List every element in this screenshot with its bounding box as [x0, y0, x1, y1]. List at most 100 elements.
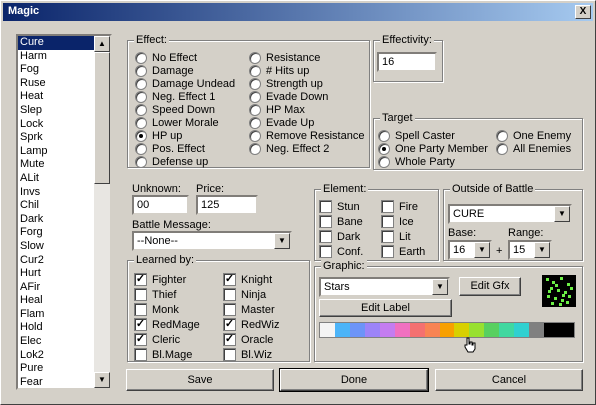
effect-radio[interactable]: Neg. Effect 2	[249, 142, 329, 155]
palette-swatch[interactable]	[409, 323, 425, 337]
window-title: Magic	[8, 5, 40, 17]
radio-label: Pos. Effect	[152, 142, 205, 155]
radio-circle-icon	[249, 103, 261, 116]
sparkle	[557, 289, 560, 292]
class-checkbox[interactable]: ✓ RedMage	[134, 318, 200, 331]
element-checkbox[interactable]: Fire	[381, 200, 418, 213]
target-radio[interactable]: One Party Member	[378, 142, 488, 155]
checkbox-icon	[319, 215, 332, 228]
palette-swatch[interactable]	[320, 323, 335, 337]
radio-label: All Enemies	[513, 142, 572, 155]
palette-swatch[interactable]	[484, 323, 500, 337]
base-select[interactable]: 16 ▼	[448, 240, 492, 260]
palette-swatch[interactable]	[529, 323, 545, 337]
effect-radio[interactable]: HP up	[135, 129, 182, 142]
effect-radio[interactable]: Evade Up	[249, 116, 314, 129]
palette-swatch[interactable]	[379, 323, 395, 337]
class-checkbox[interactable]: Bl.Mage	[134, 348, 192, 361]
done-button[interactable]: Done	[279, 368, 429, 392]
class-checkbox[interactable]: Thief	[134, 288, 176, 301]
effect-radio[interactable]: # Hits up	[249, 64, 309, 77]
palette-swatch[interactable]	[364, 323, 380, 337]
color-palette[interactable]	[319, 322, 575, 338]
element-checkbox[interactable]: Earth	[381, 245, 425, 258]
effect-radio[interactable]: Evade Down	[249, 90, 328, 103]
class-checkbox[interactable]: Bl.Wiz	[223, 348, 272, 361]
effect-radio[interactable]: Speed Down	[135, 103, 215, 116]
effect-radio[interactable]: No Effect	[135, 51, 197, 64]
checkbox-icon	[381, 230, 394, 243]
palette-swatch[interactable]	[439, 323, 455, 337]
effect-radio[interactable]: Strength up	[249, 77, 323, 90]
palette-swatch[interactable]	[349, 323, 365, 337]
element-checkbox[interactable]: Ice	[381, 215, 414, 228]
checkbox-icon	[319, 245, 332, 258]
effect-radio[interactable]: Pos. Effect	[135, 142, 205, 155]
graphic-select[interactable]: Stars ▼	[319, 277, 450, 297]
class-checkbox[interactable]: ✓ RedWiz	[223, 318, 280, 331]
effect-radio[interactable]: Lower Morale	[135, 116, 219, 129]
class-checkbox[interactable]: ✓ Knight	[223, 273, 272, 286]
effect-radio[interactable]: Damage Undead	[135, 77, 235, 90]
spell-list-scrollbar[interactable]: ▲ ▼	[94, 36, 110, 388]
price-input[interactable]: 125	[196, 195, 258, 215]
chevron-down-icon[interactable]: ▼	[554, 206, 570, 222]
edit-gfx-button[interactable]: Edit Gfx	[459, 277, 521, 296]
class-checkbox[interactable]: Ninja	[223, 288, 266, 301]
radio-label: Damage Undead	[152, 77, 236, 90]
effect-radio[interactable]: Resistance	[249, 51, 320, 64]
palette-swatch[interactable]	[514, 323, 530, 337]
palette-swatch[interactable]	[469, 323, 485, 337]
effect-radio[interactable]: Defense up	[135, 155, 208, 168]
save-button[interactable]: Save	[126, 369, 274, 391]
spell-listbox[interactable]: Cure Harm Fog Ruse Heat Slep Lock Sprk Lamp Mute A…	[16, 34, 112, 390]
chevron-down-icon[interactable]: ▼	[274, 233, 290, 249]
palette-swatch[interactable]	[394, 323, 410, 337]
element-checkbox[interactable]: Conf.	[319, 245, 363, 258]
class-checkbox[interactable]: ✓ Oracle	[223, 333, 273, 346]
scroll-thumb[interactable]	[94, 52, 110, 184]
unknown-input[interactable]: 00	[132, 195, 189, 215]
close-button[interactable]: X	[575, 5, 591, 19]
element-checkbox[interactable]: Dark	[319, 230, 360, 243]
target-radio[interactable]: One Enemy	[496, 129, 571, 142]
palette-swatch[interactable]	[424, 323, 440, 337]
palette-swatch[interactable]	[499, 323, 515, 337]
battle-message-select[interactable]: --None-- ▼	[132, 231, 292, 251]
price-label: Price:	[196, 183, 225, 195]
class-checkbox[interactable]: ✓ Cleric	[134, 333, 180, 346]
effect-radio[interactable]: Neg. Effect 1	[135, 90, 215, 103]
checkbox-icon: ✓	[134, 333, 147, 346]
scroll-up-icon[interactable]: ▲	[94, 36, 110, 52]
palette-swatch[interactable]	[334, 323, 350, 337]
target-radio[interactable]: All Enemies	[496, 142, 571, 155]
scroll-down-icon[interactable]: ▼	[94, 372, 110, 388]
sparkle	[567, 283, 570, 286]
class-checkbox[interactable]: ✓ Fighter	[134, 273, 186, 286]
chevron-down-icon[interactable]: ▼	[474, 242, 490, 258]
chevron-down-icon[interactable]: ▼	[432, 279, 448, 295]
element-checkbox[interactable]: Lit	[381, 230, 411, 243]
cancel-button[interactable]: Cancel	[435, 369, 583, 391]
effect-radio[interactable]: Damage	[135, 64, 194, 77]
palette-swatch[interactable]	[559, 323, 574, 337]
checkbox-icon: ✓	[223, 333, 236, 346]
effect-radio[interactable]: HP Max	[249, 103, 305, 116]
class-checkbox[interactable]: Master	[223, 303, 275, 316]
target-label: Target	[380, 112, 415, 124]
element-checkbox[interactable]: Bane	[319, 215, 363, 228]
outside-battle-select[interactable]: CURE ▼	[448, 204, 572, 224]
target-radio[interactable]: Spell Caster	[378, 129, 455, 142]
effect-radio[interactable]: Remove Resistance	[249, 129, 364, 142]
class-checkbox[interactable]: Monk	[134, 303, 179, 316]
radio-label: No Effect	[152, 51, 198, 64]
element-checkbox[interactable]: Stun	[319, 200, 360, 213]
edit-label-button[interactable]: Edit Label	[319, 299, 452, 317]
effectivity-input[interactable]: 16	[377, 52, 437, 72]
range-select[interactable]: 15 ▼	[508, 240, 552, 260]
palette-swatch[interactable]	[454, 323, 470, 337]
palette-swatch[interactable]	[544, 323, 559, 337]
chevron-down-icon[interactable]: ▼	[534, 242, 550, 258]
spell-list-item[interactable]: Alce	[18, 389, 110, 390]
target-radio[interactable]: Whole Party	[378, 155, 455, 168]
